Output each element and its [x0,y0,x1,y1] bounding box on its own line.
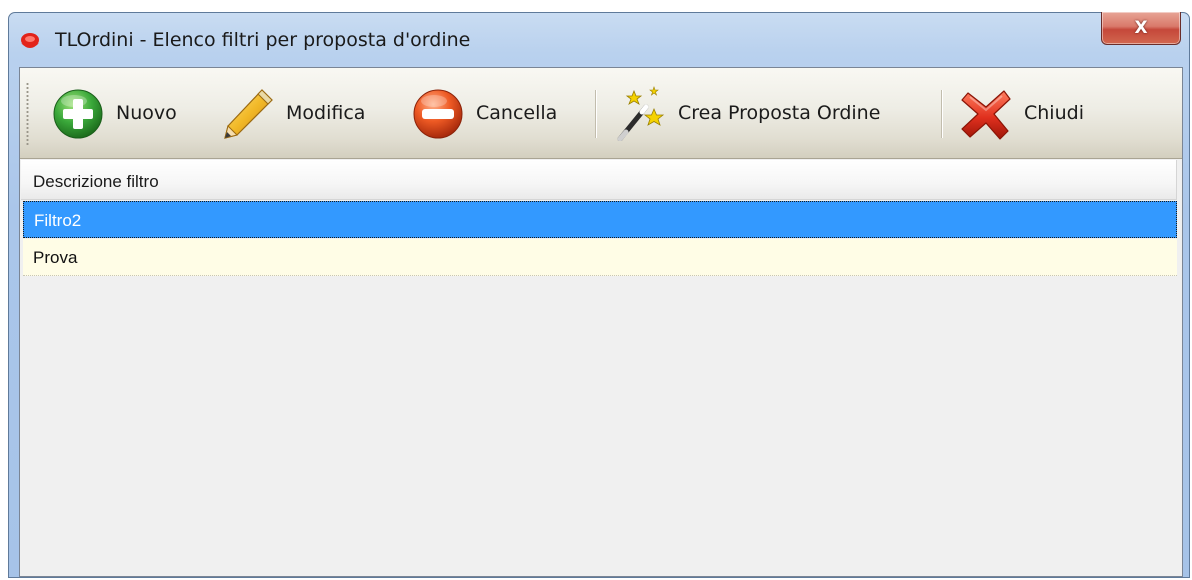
cancella-label: Cancella [476,102,558,124]
crea-proposta-ordine-button[interactable]: Crea Proposta Ordine [612,76,880,150]
chiudi-label: Chiudi [1024,102,1084,124]
toolbar-separator [595,90,597,138]
close-x-icon [961,90,1011,140]
row-cell-descrizione: Prova [33,248,78,267]
toolbar: Nuovo Modifica Cancella Crea Proposta Or… [20,68,1182,159]
crea-proposta-ordine-label: Crea Proposta Ordine [678,102,881,124]
chiudi-button[interactable]: Chiudi [958,76,1084,150]
remove-icon [413,89,463,139]
nuovo-label: Nuovo [116,102,177,124]
cancella-button[interactable]: Cancella [410,76,557,150]
column-header-label: Descrizione filtro [33,172,159,191]
window-close-button[interactable]: X [1101,12,1181,45]
title-bar[interactable]: TLOrdini - Elenco filtri per proposta d'… [9,12,1189,67]
window-title: TLOrdini - Elenco filtri per proposta d'… [55,29,471,51]
magic-wand-icon [617,86,665,141]
pencil-icon [224,89,273,139]
toolbar-grip[interactable] [26,82,29,146]
column-header-descrizione[interactable]: Descrizione filtro [21,160,1177,200]
table-row[interactable]: Prova [23,239,1177,276]
tlordini-logo-icon [21,33,39,48]
filters-grid[interactable]: Descrizione filtro Filtro2 Prova [21,160,1182,576]
toolbar-separator [941,90,943,138]
main-window: TLOrdini - Elenco filtri per proposta d'… [8,12,1190,578]
modifica-label: Modifica [286,102,366,124]
row-cell-descrizione: Filtro2 [34,211,82,230]
modifica-button[interactable]: Modifica [220,76,365,150]
nuovo-button[interactable]: Nuovo [50,76,177,150]
add-icon [53,89,103,139]
close-icon: X [1134,18,1148,38]
client-area: Nuovo Modifica Cancella Crea Proposta Or… [19,67,1183,577]
table-row[interactable]: Filtro2 [23,201,1177,238]
